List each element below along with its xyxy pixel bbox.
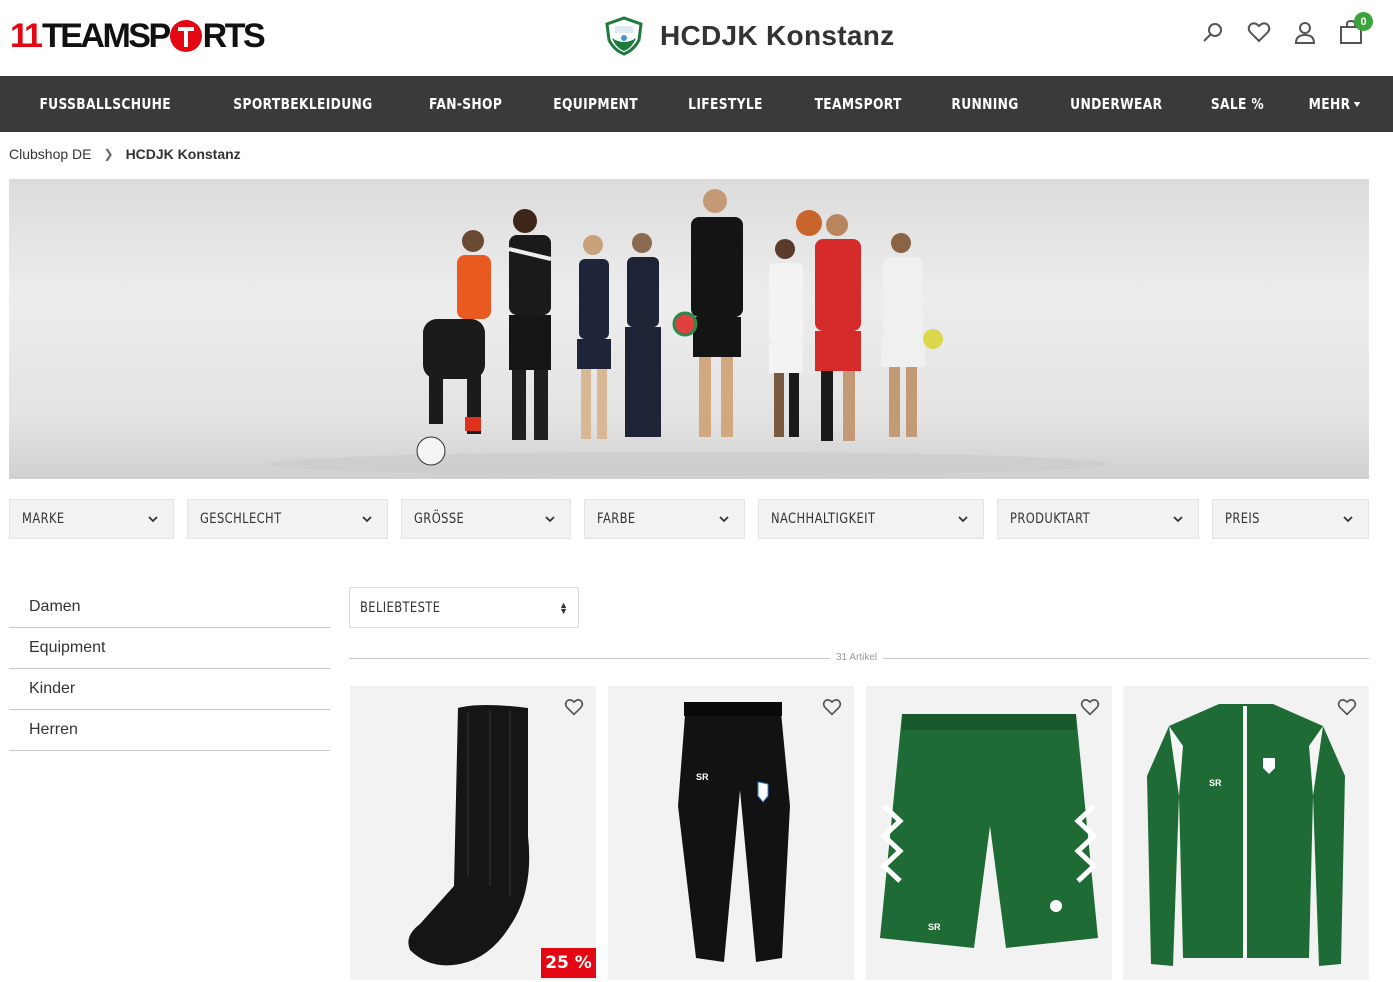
product-image-green-jacket <box>1147 704 1345 966</box>
site-header: 11 TEAMSP RTS HCDJK Konstanz 0 <box>0 0 1393 76</box>
chevron-down-icon <box>362 516 372 523</box>
filter-marke[interactable]: MARKE <box>9 499 174 539</box>
filter-groesse[interactable]: GRÖSSE <box>401 499 571 539</box>
filter-bar: MARKE GESCHLECHT GRÖSSE FARBE NACHHALTIG… <box>0 499 1393 539</box>
account-icon[interactable] <box>1293 20 1317 44</box>
header-actions: 0 <box>1201 12 1373 44</box>
filter-produktart[interactable]: PRODUKTART <box>997 499 1199 539</box>
product-image-black-sock <box>408 705 530 966</box>
product-card[interactable]: SR <box>608 686 854 980</box>
sidebar-item-herren[interactable]: Herren <box>9 710 330 751</box>
hero-banner <box>9 179 1369 479</box>
filter-farbe[interactable]: FARBE <box>584 499 745 539</box>
chevron-down-icon <box>958 516 968 523</box>
main-navigation: FUSSBALLSCHUHE SPORTBEKLEIDUNG FAN-SHOP … <box>0 76 1393 132</box>
nav-item-sale[interactable]: SALE % <box>1211 95 1264 113</box>
wishlist-heart-icon[interactable] <box>1337 698 1357 716</box>
product-print-text: SR <box>1209 778 1222 788</box>
breadcrumb-root-link[interactable]: Clubshop DE <box>9 146 92 162</box>
nav-item-fussballschuhe[interactable]: FUSSBALLSCHUHE <box>39 95 171 113</box>
breadcrumb: Clubshop DE ❯ HCDJK Konstanz <box>9 146 241 162</box>
product-image-green-shorts <box>880 714 1098 948</box>
wishlist-icon[interactable] <box>1247 20 1271 44</box>
chevron-down-icon <box>545 516 555 523</box>
nav-item-mehr[interactable]: MEHR <box>1309 95 1361 113</box>
sidebar-item-kinder[interactable]: Kinder <box>9 669 330 710</box>
sort-select[interactable]: BELIEBTESTE ▲ ▼ <box>349 587 579 628</box>
chevron-down-icon <box>148 516 158 523</box>
nav-item-lifestyle[interactable]: LIFESTYLE <box>689 95 764 113</box>
wishlist-heart-icon[interactable] <box>822 698 842 716</box>
nav-mehr-label: MEHR <box>1309 95 1351 113</box>
results-count: 31 Artikel <box>830 652 884 663</box>
breadcrumb-current: HCDJK Konstanz <box>125 146 241 162</box>
chevron-right-icon: ❯ <box>103 147 114 161</box>
nav-item-fan-shop[interactable]: FAN-SHOP <box>429 95 502 113</box>
filter-geschlecht[interactable]: GESCHLECHT <box>187 499 388 539</box>
sidebar-item-equipment[interactable]: Equipment <box>9 628 330 669</box>
chevron-down-icon <box>719 516 729 523</box>
product-card[interactable]: SR <box>866 686 1112 980</box>
sort-selected-value: BELIEBTESTE <box>360 599 441 616</box>
filter-label: NACHHALTIGKEIT <box>771 511 876 527</box>
nav-item-running[interactable]: RUNNING <box>952 95 1019 113</box>
logo-text-b: RTS <box>202 16 266 55</box>
club-name: HCDJK Konstanz <box>660 20 895 51</box>
product-image-black-pants <box>678 702 790 962</box>
chevron-down-icon <box>1343 516 1353 523</box>
filter-nachhaltigkeit[interactable]: NACHHALTIGKEIT <box>758 499 984 539</box>
product-print-text: SR <box>928 922 941 932</box>
sidebar-item-damen[interactable]: Damen <box>9 587 330 628</box>
hero-athletes-image <box>269 189 1109 476</box>
sort-arrows-icon: ▲ ▼ <box>559 599 568 616</box>
filter-label: PRODUKTART <box>1010 511 1091 527</box>
filter-label: PREIS <box>1225 511 1260 527</box>
nav-item-sportbekleidung[interactable]: SPORTBEKLEIDUNG <box>234 95 373 113</box>
cart-button[interactable]: 0 <box>1339 12 1373 44</box>
club-crest-icon <box>605 16 643 56</box>
logo-number: 11 <box>10 16 43 55</box>
nav-item-equipment[interactable]: EQUIPMENT <box>553 95 638 113</box>
wishlist-heart-icon[interactable] <box>564 698 584 716</box>
product-print-text: SR <box>696 772 709 782</box>
logo-text-a: TEAMSP <box>41 16 171 55</box>
search-icon[interactable] <box>1201 20 1225 44</box>
cart-count-badge: 0 <box>1354 12 1373 31</box>
product-card[interactable]: 25 % <box>350 686 596 980</box>
wishlist-heart-icon[interactable] <box>1080 698 1100 716</box>
site-logo[interactable]: 11 TEAMSP RTS <box>10 16 266 56</box>
caret-down-icon <box>1354 102 1361 107</box>
logo-o-icon <box>169 20 202 52</box>
filter-label: MARKE <box>22 511 65 527</box>
category-sidebar: Damen Equipment Kinder Herren <box>9 587 330 751</box>
filter-label: GRÖSSE <box>414 511 465 527</box>
nav-item-underwear[interactable]: UNDERWEAR <box>1070 95 1162 113</box>
nav-item-teamsport[interactable]: TEAMSPORT <box>814 95 901 113</box>
chevron-down-icon <box>1173 516 1183 523</box>
filter-label: GESCHLECHT <box>200 511 282 527</box>
filter-preis[interactable]: PREIS <box>1212 499 1369 539</box>
product-card[interactable]: SR <box>1123 686 1369 980</box>
discount-value: 25 % <box>545 953 592 973</box>
discount-badge: 25 % <box>541 948 596 978</box>
club-header[interactable]: HCDJK Konstanz <box>604 16 894 56</box>
filter-label: FARBE <box>597 511 636 527</box>
